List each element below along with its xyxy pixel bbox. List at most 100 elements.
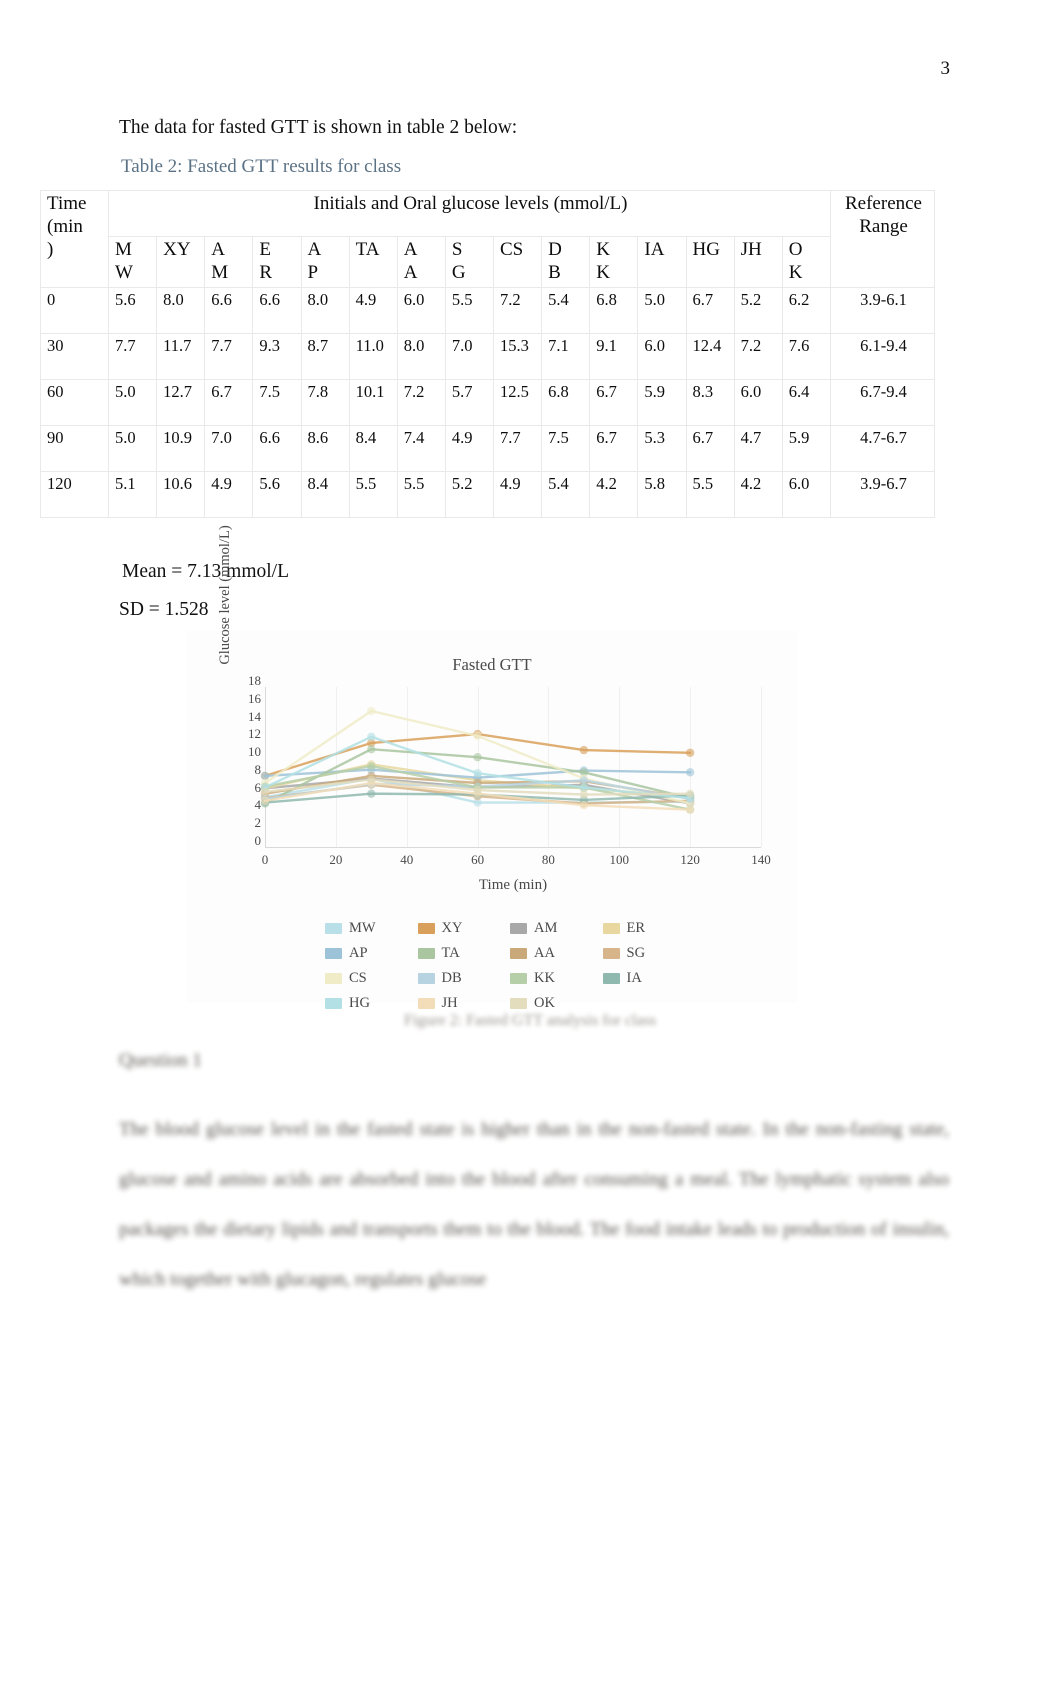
legend-swatch-icon	[510, 973, 527, 984]
cell-er: 9.3	[252, 332, 302, 380]
cell-sg: 5.2	[444, 470, 495, 518]
cell-ia: 5.8	[637, 470, 687, 518]
legend-label: IA	[626, 970, 642, 986]
legend-item-ok: OK	[510, 995, 603, 1012]
legend-label: HG	[349, 995, 370, 1011]
legend-swatch-icon	[325, 998, 342, 1009]
cell-ta: 11.0	[348, 332, 398, 380]
legend-item-kk: KK	[510, 970, 603, 987]
cell-mw: 7.7	[107, 332, 158, 380]
cell-jh: 6.0	[733, 378, 783, 426]
legend-label: AM	[534, 920, 558, 936]
cell-time: 30	[40, 332, 109, 380]
initials-header-ap: AP	[300, 236, 350, 288]
cell-hg: 5.5	[685, 470, 735, 518]
table-row: 90 5.0 10.9 7.0 6.6 8.6 8.4 7.4 4.9 7.7 7.5 6.7 5.3 6…	[40, 424, 935, 472]
cell-jh: 4.2	[733, 470, 783, 518]
legend-item-ta: TA	[417, 945, 511, 962]
cell-xy: 11.7	[156, 332, 206, 380]
x-axis-line	[265, 847, 761, 848]
cell-reference-range: 3.9-6.7	[830, 470, 935, 518]
legend-swatch-icon	[510, 998, 527, 1009]
table-row: 60 5.0 12.7 6.7 7.5 7.8 10.1 7.2 5.7 12.5 6.8 6.7 5.…	[40, 378, 935, 426]
legend-label: AA	[534, 945, 555, 961]
x-tick-140: 140	[751, 852, 771, 867]
legend-swatch-icon	[417, 998, 435, 1009]
x-axis-ticks: 0 20 40 60 80 100 120 140	[262, 852, 771, 871]
chart-legend: MW XY AM ER AP TA AA SG CS DB KK IA HG JH OK	[325, 920, 695, 1012]
series-point-ta-30	[367, 745, 376, 754]
legend-label: ER	[626, 920, 646, 936]
initials-header-mw: MW	[107, 236, 158, 288]
cell-time: 120	[40, 470, 109, 518]
legend-label: KK	[534, 970, 555, 986]
body-paragraph: The blood glucose level in the fasted st…	[119, 1119, 949, 1290]
initials-header-xy: XY	[156, 236, 206, 288]
cell-er: 5.6	[252, 470, 302, 518]
y-tick-18: 18	[248, 673, 261, 688]
intro-paragraph: The data for fasted GTT is shown in tabl…	[119, 117, 518, 138]
cell-ia: 5.9	[637, 378, 687, 426]
y-tick-8: 8	[254, 761, 262, 777]
series-point-jh-90	[579, 801, 589, 810]
x-tick-40: 40	[400, 852, 414, 867]
cell-aa: 7.2	[396, 378, 446, 426]
series-point-ok-90	[579, 790, 589, 799]
legend-item-am: AM	[510, 920, 603, 937]
legend-swatch-icon	[325, 948, 342, 959]
cell-time: 60	[40, 378, 109, 426]
y-tick-10: 10	[248, 744, 261, 760]
series-point-hg-30	[367, 732, 376, 741]
cell-ok: 6.2	[781, 286, 832, 334]
table-row: 0 5.6 8.0 6.6 6.6 8.0 4.9 6.0 5.5 7.2 5.4 6.8 5.0 6.7…	[40, 286, 935, 334]
cell-xy: 12.7	[156, 378, 206, 426]
cell-am: 7.0	[204, 424, 254, 472]
legend-label: TA	[441, 945, 460, 961]
series-point-hg-60	[473, 769, 482, 778]
chart-series-lines	[260, 706, 695, 814]
cell-db: 7.5	[541, 424, 591, 472]
chart-plot-area: Glucose level (mmol/L) 18 16 14 12 10 8 6 4 2 0 0…	[217, 525, 771, 893]
cell-ia: 6.0	[637, 332, 687, 380]
series-point-jh-120	[685, 805, 695, 814]
cell-mw: 5.1	[107, 470, 158, 518]
question-heading: Question 1	[119, 1050, 202, 1071]
legend-swatch-icon	[325, 973, 342, 984]
legend-swatch-icon	[510, 923, 527, 934]
initials-header-ta: TA	[348, 236, 398, 288]
series-point-ta-60	[473, 753, 482, 762]
cell-er: 6.6	[252, 424, 302, 472]
cell-ap: 8.7	[300, 332, 350, 380]
time-header-cell: Time (min )	[40, 190, 109, 288]
cell-hg: 8.3	[685, 378, 735, 426]
series-point-ok-30	[367, 775, 376, 784]
table-head: Time (min ) Initials and Oral glucose le…	[40, 190, 935, 288]
cell-ta: 8.4	[348, 424, 398, 472]
cell-ap: 8.0	[300, 286, 350, 334]
legend-label: MW	[349, 920, 376, 936]
table-header-row-group: Time (min ) Initials and Oral glucose le…	[40, 190, 935, 288]
table-caption: Table 2: Fasted GTT results for class	[121, 156, 402, 177]
cell-er: 7.5	[252, 378, 302, 426]
legend-label: OK	[534, 995, 555, 1011]
cell-sg: 5.7	[444, 378, 495, 426]
legend-swatch-icon	[325, 923, 342, 934]
cell-time: 0	[40, 286, 109, 334]
legend-label: JH	[441, 995, 458, 1011]
legend-label: XY	[441, 920, 463, 936]
cell-mw: 5.0	[107, 424, 158, 472]
cell-aa: 5.5	[396, 470, 446, 518]
table-body: 0 5.6 8.0 6.6 6.6 8.0 4.9 6.0 5.5 7.2 5.4 6.8 5.0 6.7…	[40, 286, 935, 518]
gtt-table-wrapper: Time (min ) Initials and Oral glucose le…	[40, 190, 935, 518]
cell-time: 90	[40, 424, 109, 472]
cell-xy: 10.9	[156, 424, 206, 472]
time-header-line-2: (min	[47, 215, 83, 237]
series-point-ia-30	[367, 789, 376, 798]
initials-header-am: AM	[204, 236, 254, 288]
cell-kk: 6.7	[589, 378, 639, 426]
legend-item-jh: JH	[417, 995, 511, 1012]
legend-swatch-icon	[602, 973, 620, 984]
cell-xy: 8.0	[156, 286, 206, 334]
cell-kk: 4.2	[589, 470, 639, 518]
initials-header-aa: AA	[396, 236, 446, 288]
